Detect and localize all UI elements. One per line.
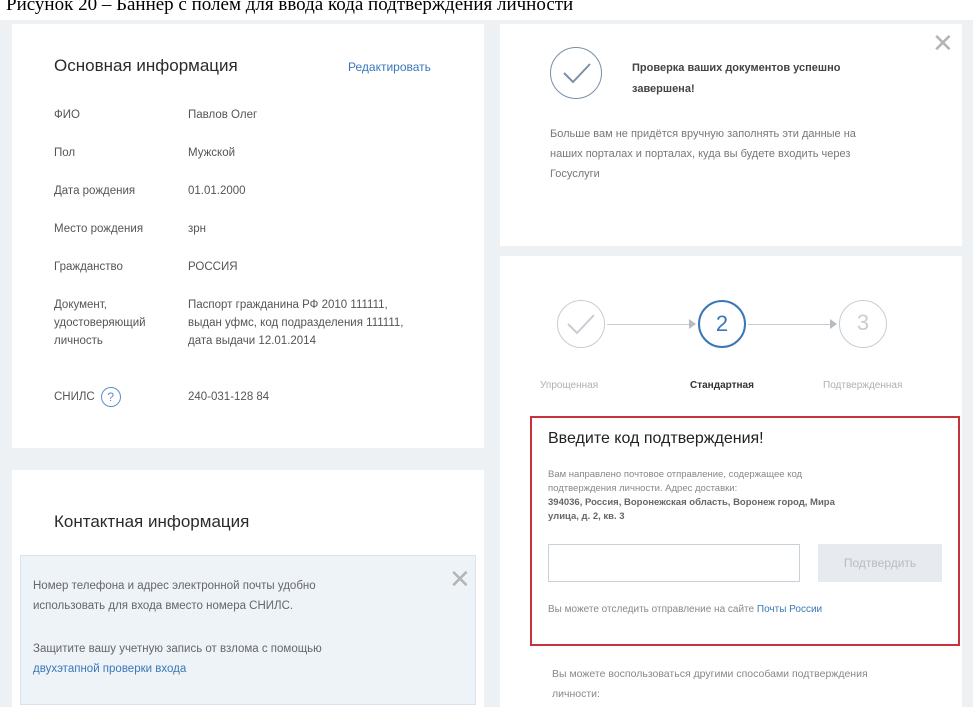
other-ways-line: Вы можете воспользоваться другими способ…: [552, 668, 868, 680]
gender-value: Мужской: [188, 147, 236, 159]
track-text: Вы можете отследить отправление на сайте…: [548, 604, 822, 615]
figure-caption: Рисунок 20 – Баннер с полем для ввода ко…: [6, 0, 574, 15]
code-panel-title: Введите код подтверждения!: [548, 430, 764, 447]
step-label-standard: Стандартная: [690, 380, 754, 391]
step-label-confirmed: Подтвержденная: [823, 380, 903, 391]
contact-banner: Номер телефона и адрес электронной почты…: [20, 555, 476, 705]
contact-banner-line: использовать для входа вместо номера СНИ…: [33, 600, 294, 612]
step-standard-number: 2: [698, 300, 746, 348]
other-ways-text: Вы можете воспользоваться другими способ…: [552, 664, 868, 704]
two-step-link[interactable]: двухэтапной проверки входа: [33, 659, 322, 679]
contact-info-title: Контактная информация: [54, 512, 250, 531]
check-title-line: Проверка ваших документов успешно: [632, 62, 841, 74]
document-value-line: выдан уфмс, код подразделения 111111,: [188, 317, 404, 329]
document-value-line: Паспорт гражданина РФ 2010 111111,: [188, 299, 388, 311]
contact-info-card: Контактная информация Номер телефона и а…: [12, 470, 484, 707]
protect-line: Защитите вашу учетную запись от взлома с…: [33, 643, 322, 655]
check-icon: [550, 47, 602, 99]
snils-label-row: СНИЛС?: [54, 387, 121, 407]
check-body-line: Больше вам не придётся вручную заполнять…: [550, 128, 856, 140]
citizenship-value: РОССИЯ: [188, 261, 238, 273]
contact-banner-text: Номер телефона и адрес электронной почты…: [33, 576, 316, 616]
arrow-right-icon: [689, 319, 696, 329]
document-label: Документ, удостоверяющий личность: [54, 296, 146, 350]
code-panel-body-line: подтверждения личности. Адрес доставки:: [548, 483, 738, 494]
protect-text: Защитите вашу учетную запись от взлома с…: [33, 639, 322, 679]
close-icon[interactable]: ✕: [932, 30, 954, 56]
step-confirmed-number: 3: [839, 300, 887, 348]
step-simplified-check-icon: [557, 300, 605, 348]
birth-date-value: 01.01.2000: [188, 185, 246, 197]
citizenship-label: Гражданство: [54, 261, 123, 273]
code-panel-body: Вам направлено почтовое отправление, сод…: [548, 468, 835, 524]
check-title-line: завершена!: [632, 83, 695, 95]
confirm-button[interactable]: Подтвердить: [818, 544, 942, 582]
gosuslugi-profile-screen: Основная информация Редактировать ФИО Па…: [0, 20, 973, 707]
snils-label: СНИЛС: [54, 391, 95, 404]
gender-label: Пол: [54, 147, 76, 159]
document-label-line: Документ,: [54, 299, 107, 311]
basic-info-card: Основная информация Редактировать ФИО Па…: [12, 24, 484, 448]
snils-value: 240-031-128 84: [188, 391, 270, 403]
check-title: Проверка ваших документов успешно заверш…: [632, 58, 840, 100]
step-connector: [607, 324, 689, 325]
confirmation-code-input[interactable]: [548, 544, 800, 582]
step-label-simplified: Упрощенная: [540, 380, 599, 391]
check-body-line: Госуслуги: [550, 168, 600, 180]
document-value-line: дата выдачи 12.01.2014: [188, 335, 316, 347]
confirmation-code-panel: Введите код подтверждения! Вам направлен…: [530, 416, 960, 646]
track-text-label: Вы можете отследить отправление на сайте: [548, 604, 755, 615]
birth-date-label: Дата рождения: [54, 185, 136, 197]
fio-label: ФИО: [54, 109, 80, 121]
arrow-right-icon: [830, 319, 837, 329]
edit-link[interactable]: Редактировать: [348, 60, 431, 74]
step-connector: [748, 324, 830, 325]
check-success-card: Проверка ваших документов успешно заверш…: [500, 24, 962, 246]
birth-place-label: Место рождения: [54, 223, 144, 235]
document-value: Паспорт гражданина РФ 2010 111111, выдан…: [188, 296, 403, 350]
birth-place-value: зрн: [188, 223, 207, 235]
basic-info-title: Основная информация: [54, 56, 238, 75]
document-label-line: личность: [54, 335, 103, 347]
close-icon[interactable]: ✕: [449, 566, 471, 592]
delivery-address-line: 394036, Россия, Воронежская область, Вор…: [548, 497, 835, 508]
fio-value: Павлов Олег: [188, 109, 258, 121]
help-icon[interactable]: ?: [100, 387, 121, 407]
code-panel-body-line: Вам направлено почтовое отправление, сод…: [548, 469, 803, 480]
delivery-address-line: улица, д. 2, кв. 3: [548, 511, 625, 522]
russian-post-link[interactable]: Почты России: [757, 604, 822, 615]
check-body: Больше вам не придётся вручную заполнять…: [550, 124, 856, 184]
other-ways-line: личности:: [552, 688, 600, 700]
document-label-line: удостоверяющий: [54, 317, 146, 329]
contact-banner-line: Номер телефона и адрес электронной почты…: [33, 580, 316, 592]
check-body-line: наших порталах и порталах, куда вы будет…: [550, 148, 851, 160]
